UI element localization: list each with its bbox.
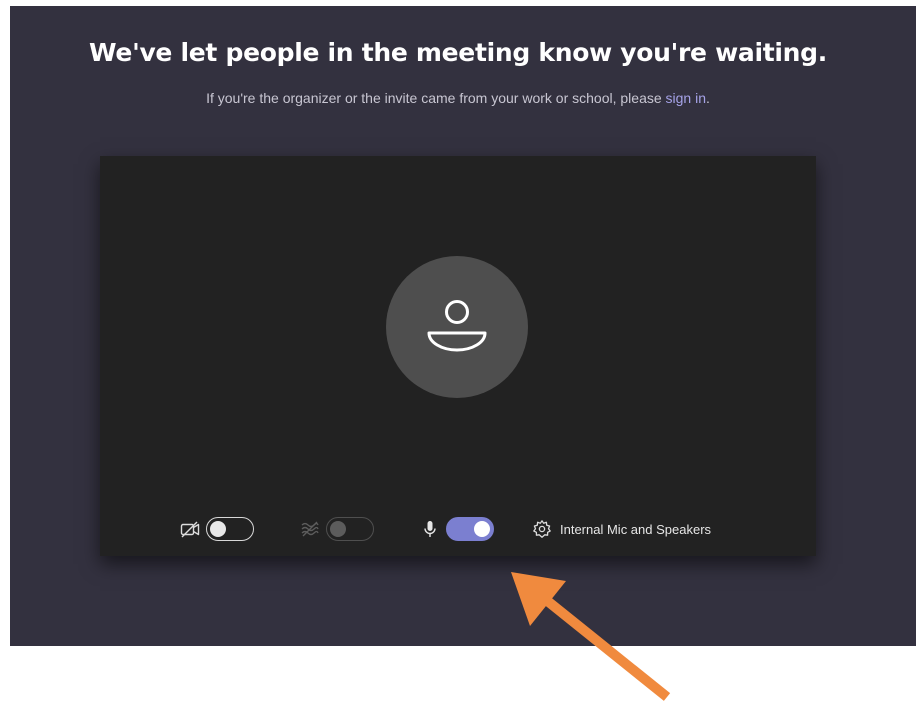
camera-toggle-knob [210, 520, 226, 537]
signin-prompt-text: If you're the organizer or the invite ca… [206, 90, 666, 106]
microphone-control [420, 514, 494, 544]
avatar [386, 256, 528, 398]
signin-prompt-period: . [706, 90, 710, 106]
microphone-toggle[interactable] [446, 517, 494, 541]
device-settings-control[interactable]: Internal Mic and Speakers [532, 514, 711, 544]
screenshot-canvas: We've let people in the meeting know you… [0, 0, 916, 706]
camera-control [180, 514, 254, 544]
background-blur-control [300, 514, 374, 544]
video-preview: Internal Mic and Speakers [100, 156, 816, 556]
camera-off-icon [180, 521, 200, 538]
gear-icon [533, 520, 551, 538]
waiting-headline: We've let people in the meeting know you… [89, 38, 827, 67]
signin-link[interactable]: sign in [666, 90, 706, 106]
background-blur-toggle-knob [330, 520, 346, 537]
camera-toggle[interactable] [206, 517, 254, 541]
device-controls-bar: Internal Mic and Speakers [100, 514, 816, 544]
background-blur-toggle[interactable] [326, 517, 374, 541]
microphone-icon [424, 521, 436, 537]
device-settings-label: Internal Mic and Speakers [560, 521, 712, 537]
signin-prompt: If you're the organizer or the invite ca… [0, 90, 916, 106]
person-icon [427, 300, 487, 352]
background-blur-icon [301, 521, 319, 537]
microphone-toggle-knob [474, 520, 490, 537]
